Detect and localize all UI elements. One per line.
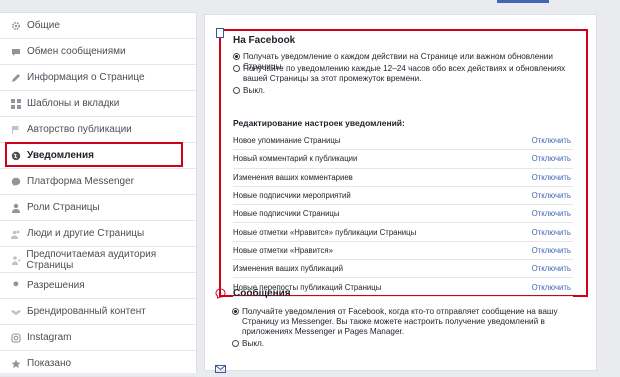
radio-label: Выкл. [243, 86, 266, 95]
notification-label: Новые отметки «Нравится» [233, 245, 333, 255]
on-facebook-title: На Facebook [233, 35, 296, 46]
notification-row: Новый комментарий к публикации Отключить [233, 150, 573, 169]
disable-link[interactable]: Отключить [532, 283, 573, 292]
gear-icon [10, 20, 22, 32]
notifications-settings-panel: На Facebook Получать уведомление о каждо… [204, 14, 597, 373]
sidebar-item-10[interactable]: Разрешения [0, 273, 196, 299]
sidebar-item-label: Информация о Странице [27, 72, 145, 83]
radio-messages-off[interactable]: Выкл. [232, 339, 264, 349]
sidebar-item-label: Показано [27, 358, 72, 369]
radio-label: Получайте уведомления от Facebook, когда… [242, 307, 558, 336]
radio-button[interactable] [233, 65, 240, 72]
disable-link[interactable]: Отключить [532, 191, 573, 200]
notification-label: Новое упоминание Страницы [233, 136, 341, 146]
sidebar-item-13[interactable]: Показано [0, 351, 196, 377]
notification-list: Новое упоминание Страницы Отключить Новый … [233, 132, 573, 297]
instagram-icon [10, 332, 22, 344]
messages-title: Сообщения [233, 288, 291, 299]
disable-link[interactable]: Отключить [532, 246, 573, 255]
sidebar-item-label: Брендированный контент [27, 306, 146, 317]
notification-label: Новые отметки «Нравится» публикации Стра… [233, 227, 417, 237]
sidebar-item-6[interactable]: Платформа Messenger [0, 169, 196, 195]
sidebar-item-3[interactable]: Шаблоны и вкладки [0, 91, 196, 117]
people-icon [10, 228, 22, 240]
sidebar-item-label: Предпочитаемая аудитория Страницы [26, 248, 157, 271]
star-icon [10, 358, 22, 370]
handshake-icon [10, 306, 22, 318]
chat-bubble-icon [10, 46, 22, 58]
on-facebook-section: На Facebook Получать уведомление о каждо… [216, 28, 588, 297]
sidebar-item-11[interactable]: Брендированный контент [0, 299, 196, 325]
sidebar-item-0[interactable]: Общие [0, 13, 196, 39]
sidebar-item-8[interactable]: Люди и другие Страницы [0, 221, 196, 247]
notification-row: Новые подписчики мероприятий Отключить [233, 187, 573, 206]
radio-button[interactable] [233, 87, 240, 94]
sidebar-item-5[interactable]: Уведомления [0, 142, 196, 169]
notification-label: Новые подписчики Страницы [233, 209, 340, 219]
disable-link[interactable]: Отключить [532, 228, 573, 237]
notification-row: Изменения ваших комментариев Отключить [233, 169, 573, 187]
sidebar-item-9[interactable]: Предпочитаемая аудитория Страницы [0, 247, 196, 273]
sidebar-item-1[interactable]: Обмен сообщениями [0, 39, 196, 65]
sidebar-item-label: Обмен сообщениями [27, 46, 126, 57]
pencil-icon [10, 72, 22, 84]
radio-off[interactable]: Выкл. [233, 86, 265, 96]
notification-row: Новые подписчики Страницы Отключить [233, 205, 573, 224]
notification-row: Новые отметки «Нравится» Отключить [233, 242, 573, 261]
disable-link[interactable]: Отключить [532, 136, 573, 145]
grid-icon [10, 98, 22, 110]
active-top-tab-indicator [497, 0, 549, 3]
flag-icon [10, 124, 22, 136]
radio-digest[interactable]: Получайте по уведомлению каждые 12–24 ча… [233, 64, 583, 84]
sidebar-item-label: Люди и другие Страницы [27, 228, 145, 239]
notification-label: Новые подписчики мероприятий [233, 191, 351, 201]
sidebar-item-label: Instagram [27, 332, 72, 343]
sidebar-item-12[interactable]: Instagram [0, 325, 196, 351]
sidebar-item-label: Шаблоны и вкладки [27, 98, 120, 109]
radio-label: Выкл. [242, 339, 265, 348]
wrench-icon [10, 280, 22, 292]
sidebar-item-label: Общие [27, 20, 60, 31]
sidebar-item-2[interactable]: Информация о Странице [0, 65, 196, 91]
notification-row: Новые отметки «Нравится» публикации Стра… [233, 223, 573, 242]
notification-row: Изменения ваших публикаций Отключить [233, 260, 573, 279]
audience-icon [10, 254, 21, 266]
radio-messages-on[interactable]: Получайте уведомления от Facebook, когда… [232, 307, 592, 337]
radio-label: Получайте по уведомлению каждые 12–24 ча… [243, 64, 566, 83]
sidebar-item-7[interactable]: Роли Страницы [0, 195, 196, 221]
disable-link[interactable]: Отключить [532, 154, 573, 163]
sidebar-item-label: Уведомления [27, 150, 94, 161]
notification-label: Изменения ваших публикаций [233, 264, 343, 274]
person-icon [10, 202, 22, 214]
messenger-icon [10, 176, 22, 188]
messenger-icon [215, 288, 226, 302]
disable-link[interactable]: Отключить [532, 173, 573, 182]
notification-label: Изменения ваших комментариев [233, 172, 353, 182]
sidebar-item-label: Роли Страницы [27, 202, 100, 213]
notification-label: Новый комментарий к публикации [233, 154, 358, 164]
sidebar-item-label: Разрешения [27, 280, 85, 291]
sidebar-item-label: Авторство публикации [27, 124, 132, 135]
disable-link[interactable]: Отключить [532, 209, 573, 218]
sidebar-item-label: Платформа Messenger [27, 176, 134, 187]
edit-notifications-title: Редактирование настроек уведомлений: [233, 118, 405, 128]
settings-sidebar: Общие Обмен сообщениями Информация о Стран… [0, 12, 197, 377]
globe-icon [10, 150, 22, 162]
radio-button-selected[interactable] [232, 308, 239, 315]
facebook-checkbox[interactable] [216, 28, 224, 38]
notification-row: Новое упоминание Страницы Отключить [233, 132, 573, 151]
radio-button[interactable] [232, 340, 239, 347]
radio-button-selected[interactable] [233, 53, 240, 60]
sidebar-item-4[interactable]: Авторство публикации [0, 117, 196, 143]
disable-link[interactable]: Отключить [532, 264, 573, 273]
